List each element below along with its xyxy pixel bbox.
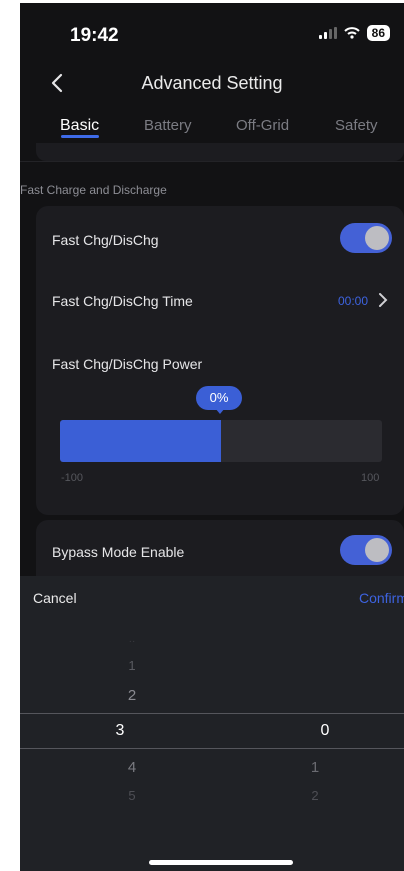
picker-selection-bottom-line: [20, 748, 404, 749]
section-heading: Fast Charge and Discharge: [20, 183, 167, 197]
picker-left-item[interactable]: 5: [112, 788, 152, 803]
slider-max-label: 100: [361, 472, 380, 484]
battery-indicator: 86: [366, 25, 390, 41]
slider-value-bubble: 0%: [196, 386, 242, 410]
bubble-tail: [215, 408, 225, 414]
wifi-icon: [343, 27, 360, 39]
time-picker-sheet: Cancel Confirm ·· 1 2 3 4 5 0 1 2: [20, 576, 404, 871]
picker-left-selected[interactable]: 3: [100, 722, 140, 740]
page-title: Advanced Setting: [141, 73, 283, 93]
previous-card-bottom: [36, 143, 404, 161]
picker-left-item[interactable]: 1: [112, 658, 152, 673]
status-icons: 86: [318, 25, 390, 41]
picker-right-item[interactable]: 1: [295, 759, 335, 776]
slider-min-label: -100: [61, 472, 84, 484]
fast-chg-time-value[interactable]: 00:00: [338, 294, 368, 308]
toggle-knob: [365, 538, 389, 562]
fast-chg-toggle-label: Fast Chg/DisChg: [52, 232, 159, 248]
picker-right-item[interactable]: 2: [295, 788, 335, 803]
power-slider[interactable]: [60, 420, 382, 462]
picker-left-item[interactable]: 4: [112, 759, 152, 776]
tab-basic[interactable]: Basic: [60, 117, 99, 135]
signal-icon: [318, 27, 337, 39]
active-tab-indicator: [61, 135, 99, 138]
confirm-button[interactable]: Confirm: [359, 590, 404, 606]
cancel-button[interactable]: Cancel: [33, 590, 77, 606]
bypass-label: Bypass Mode Enable: [52, 544, 185, 560]
picker-left-item[interactable]: 2: [112, 687, 152, 704]
fast-chg-power-label: Fast Chg/DisChg Power: [52, 356, 203, 372]
fast-charge-card: Fast Chg/DisChg Fast Chg/DisChg Time 00:…: [36, 206, 404, 515]
fast-chg-toggle[interactable]: [340, 223, 392, 253]
tab-off-grid[interactable]: Off-Grid: [236, 117, 289, 134]
slider-fill: [60, 420, 221, 462]
tab-battery[interactable]: Battery: [144, 117, 192, 134]
picker-right-selected[interactable]: 0: [305, 722, 345, 740]
toggle-knob: [365, 226, 389, 250]
divider: [20, 161, 404, 162]
fast-chg-time-label: Fast Chg/DisChg Time: [52, 293, 193, 309]
picker-selection-top-line: [20, 713, 404, 714]
home-indicator: [149, 860, 293, 865]
bypass-toggle[interactable]: [340, 535, 392, 565]
chevron-right-icon[interactable]: [376, 292, 390, 308]
status-time: 19:42: [70, 25, 119, 46]
tab-safety[interactable]: Safety: [335, 117, 378, 134]
phone-screen: 19:42 86 Advanced Setting Basic Battery …: [20, 3, 404, 871]
picker-left-faded: ··: [128, 636, 136, 647]
